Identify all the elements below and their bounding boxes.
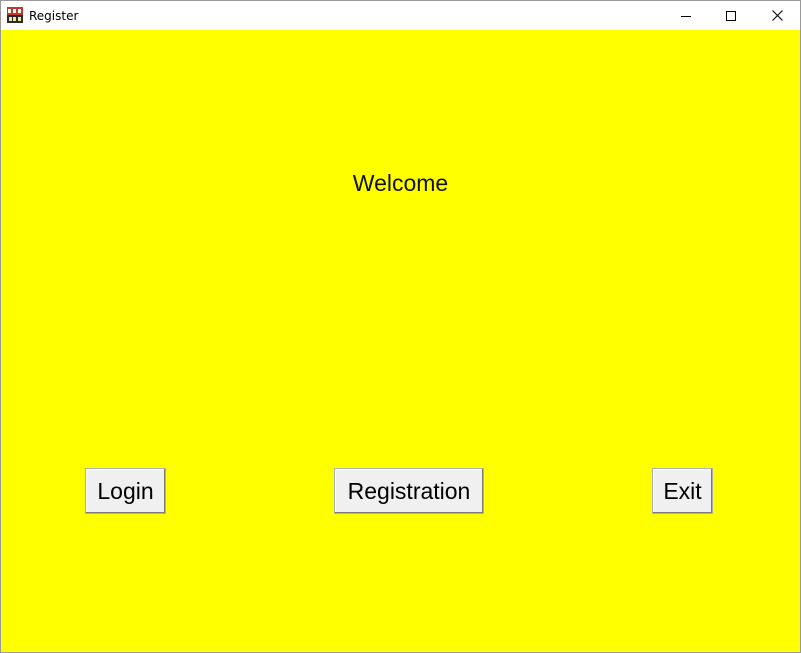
java-app-icon [7,7,23,23]
exit-button[interactable]: Exit [652,468,713,514]
main-panel: Welcome Login Registration Exit [1,30,800,652]
window-title: Register [29,9,79,23]
title-bar[interactable]: Register [1,1,800,30]
close-icon [771,10,783,21]
minimize-icon [681,15,691,17]
login-button[interactable]: Login [85,468,166,514]
maximize-button[interactable] [708,1,754,30]
app-window: Register Welcome Login Registration Exit [0,0,801,653]
close-button[interactable] [754,1,800,30]
welcome-label: Welcome [352,170,449,196]
maximize-icon [726,10,736,21]
registration-button[interactable]: Registration [334,468,484,514]
minimize-button[interactable] [663,1,709,30]
